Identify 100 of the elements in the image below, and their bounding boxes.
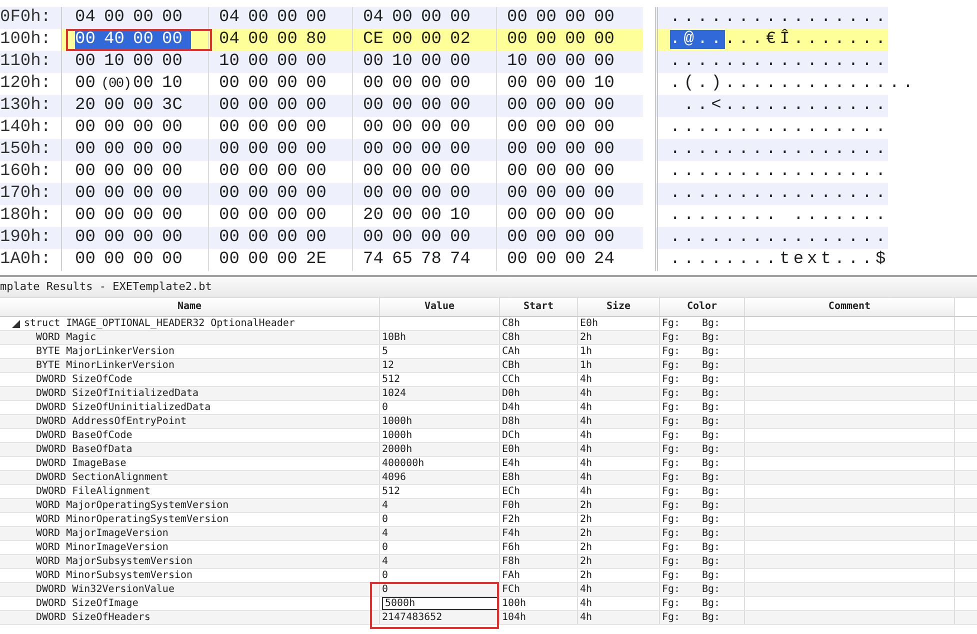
hex-byte: 00	[421, 161, 442, 183]
hex-byte: 10	[450, 205, 472, 227]
hex-byte: 00	[594, 227, 616, 249]
field-name: DWORD SectionAlignment	[36, 470, 168, 484]
field-size: 2h	[580, 512, 592, 526]
hex-byte: 10	[507, 51, 528, 73]
field-start: E4h	[502, 456, 520, 470]
hex-byte: 00	[75, 249, 96, 271]
hex-byte: 00	[277, 183, 298, 205]
field-name: WORD MajorOperatingSystemVersion	[36, 498, 229, 512]
hex-byte: 00	[421, 73, 442, 95]
hex-byte: 00	[277, 205, 298, 227]
bg-label: Bg:	[702, 498, 720, 512]
hex-byte: 00	[162, 139, 184, 161]
field-value: 4096	[382, 470, 406, 484]
fg-label: Fg:	[662, 442, 682, 456]
hex-byte: 00	[450, 117, 472, 139]
hex-byte: 00	[507, 227, 528, 249]
column-header[interactable]: Start	[500, 298, 578, 316]
ascii-text: ........text...$	[670, 250, 890, 269]
field-value: 4	[382, 526, 388, 540]
field-start: 104h	[502, 610, 526, 624]
field-size: 1h	[580, 344, 592, 358]
hex-byte: 80	[306, 29, 328, 51]
field-value: 4	[382, 498, 388, 512]
bg-label: Bg:	[702, 386, 720, 400]
field-size: 2h	[580, 330, 592, 344]
hex-byte: 04	[75, 7, 96, 29]
bg-label: Bg:	[702, 400, 720, 414]
field-size: 4h	[580, 400, 592, 414]
bg-label: Bg:	[702, 526, 720, 540]
hex-byte: 00	[565, 205, 586, 227]
hex-byte: 00	[104, 227, 126, 249]
field-size: 4h	[580, 610, 592, 624]
field-name: WORD MajorImageVersion	[36, 526, 168, 540]
field-start: CCh	[502, 372, 520, 386]
hex-byte: 00	[248, 29, 270, 51]
hex-byte: 00	[75, 205, 96, 227]
column-header[interactable]: Value	[380, 298, 500, 316]
hex-byte: 00	[306, 205, 328, 227]
field-value: 0	[382, 512, 388, 526]
hex-byte: 00	[565, 95, 586, 117]
hex-byte: 00	[363, 183, 384, 205]
collapse-icon[interactable]	[12, 320, 20, 328]
field-size: 4h	[580, 456, 592, 470]
hex-byte: 00	[75, 161, 96, 183]
hex-byte: 00	[594, 51, 616, 73]
field-name: DWORD AddressOfEntryPoint	[36, 414, 187, 428]
hex-byte: 00	[421, 139, 442, 161]
hex-byte: 00	[248, 227, 270, 249]
bg-label: Bg:	[702, 554, 720, 568]
bg-label: Bg:	[702, 568, 720, 582]
field-name: DWORD FileAlignment	[36, 484, 150, 498]
field-size: 2h	[580, 540, 592, 554]
column-header[interactable]: Name	[0, 298, 380, 316]
field-start: F0h	[502, 498, 520, 512]
hex-byte: 02	[450, 29, 472, 51]
hex-byte: 00	[306, 183, 328, 205]
hex-byte: 10	[104, 51, 126, 73]
hex-byte: 00	[248, 51, 270, 73]
hex-byte: 00	[75, 51, 96, 73]
field-name: DWORD BaseOfData	[36, 442, 132, 456]
hex-byte: 00	[392, 95, 414, 117]
hex-byte: 00	[536, 205, 558, 227]
column-header[interactable]: Comment	[745, 298, 955, 316]
hex-byte: 78	[421, 249, 442, 271]
fg-label: Fg:	[662, 582, 682, 596]
column-header[interactable]: Size	[578, 298, 660, 316]
hex-byte: 10	[219, 51, 240, 73]
hex-byte: 00	[392, 117, 414, 139]
fg-label: Fg:	[662, 554, 682, 568]
hex-byte: 00	[565, 183, 586, 205]
hex-byte: 00	[536, 73, 558, 95]
hex-byte: 00	[421, 205, 442, 227]
hex-byte: 00	[75, 139, 96, 161]
hex-byte: 00	[104, 249, 126, 271]
fg-label: Fg:	[662, 610, 682, 624]
value-input[interactable]: 5000h	[382, 597, 499, 610]
field-value: 0	[382, 582, 388, 596]
fg-label: Fg:	[662, 512, 682, 526]
field-start: C8h	[502, 316, 520, 330]
field-start: FCh	[502, 582, 520, 596]
hex-byte: 00	[277, 51, 298, 73]
fg-label: Fg:	[662, 540, 682, 554]
field-name: struct IMAGE_OPTIONAL_HEADER32 OptionalHeader	[24, 316, 295, 330]
field-value: 0	[382, 400, 388, 414]
fg-label: Fg:	[662, 316, 682, 330]
field-size: 4h	[580, 442, 592, 456]
hex-byte: 04	[219, 7, 240, 29]
hex-byte: 00	[421, 227, 442, 249]
hex-byte: 00	[75, 73, 96, 95]
hex-byte: 00	[162, 161, 184, 183]
hex-address: 190h:	[0, 227, 62, 249]
column-header[interactable]: Color	[660, 298, 745, 316]
hex-byte: 00	[594, 29, 616, 51]
hex-byte: 00	[536, 249, 558, 271]
hex-byte: 20	[363, 205, 384, 227]
field-start: D8h	[502, 414, 520, 428]
hex-byte: 65	[392, 249, 414, 271]
field-value: 1024	[382, 386, 406, 400]
